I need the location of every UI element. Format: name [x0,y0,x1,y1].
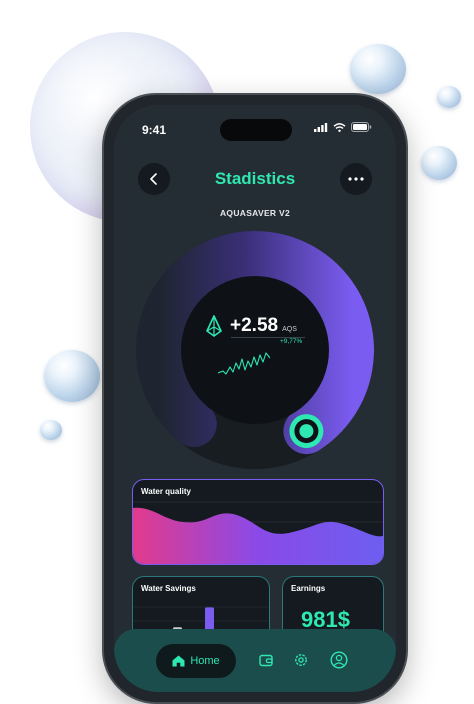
progress-dial: +2.58 AQS +9,77% [136,231,374,469]
home-icon [172,655,185,667]
status-icons [314,122,372,132]
dial-knob[interactable] [289,414,324,449]
water-quality-card[interactable]: Water quality [132,479,384,565]
dial-delta: +9,77% [280,338,303,345]
value-row: +2.58 AQS [206,315,297,337]
sparkline-chart [218,352,270,375]
water-drop-decoration [44,350,100,402]
water-drop-decoration [350,44,406,94]
dial-unit: AQS [282,325,297,333]
profile-icon[interactable] [330,651,348,669]
crystal-logo-icon [206,315,222,337]
battery-icon [351,122,372,132]
water-quality-area-chart [133,501,383,564]
water-drop-decoration [40,420,62,440]
more-horizontal-icon [348,177,364,181]
device-name: AQUASAVER V2 [219,208,291,218]
dial-value: +2.58 [230,315,279,336]
signal-icon [314,122,328,132]
more-options-button[interactable] [340,163,372,195]
status-time: 9:41 [142,123,167,137]
dynamic-island [220,119,292,141]
earnings-label: Earnings [291,584,326,593]
app-screen: 9:41 Stadistics AQUASAVER V2 +2.58 AQS +… [114,105,396,692]
bottom-navigation: Home [114,629,396,692]
settings-icon[interactable] [294,653,308,667]
nav-home-button[interactable]: Home [156,644,236,678]
water-drop-decoration [421,146,457,180]
phone-frame: 9:41 Stadistics AQUASAVER V2 +2.58 AQS +… [104,95,406,702]
wallet-icon[interactable] [259,653,273,667]
nav-home-label: Home [190,655,220,667]
water-drop-decoration [437,86,461,108]
wifi-icon [333,122,346,132]
